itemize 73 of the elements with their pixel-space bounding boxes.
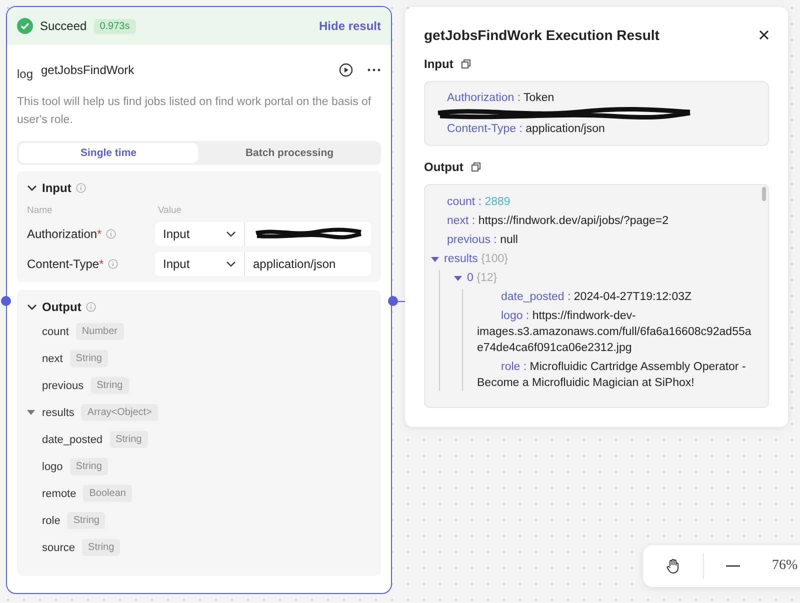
- json-entry: date_posted : 2024-04-27T19:12:03Z: [500, 290, 692, 305]
- panel-title: getJobsFindWork Execution Result: [424, 27, 660, 43]
- json-entry: previous : null: [447, 233, 518, 248]
- json-entry: next : https://findwork.dev/api/jobs/?page=2: [447, 214, 669, 229]
- column-header: Value: [158, 205, 182, 216]
- zoom-level: 76%: [772, 558, 798, 574]
- json-entry: 0 {12}: [467, 271, 498, 286]
- play-icon[interactable]: [339, 63, 353, 77]
- more-icon[interactable]: [367, 68, 381, 72]
- chevron-icon: [226, 231, 236, 237]
- copy-icon[interactable]: [461, 59, 472, 69]
- node-title: getJobsFindWork: [41, 63, 136, 77]
- chevron-icon: [226, 261, 236, 267]
- section-title: Output: [42, 300, 82, 314]
- field-name: logo: [42, 460, 63, 472]
- type-tag: String: [70, 350, 108, 367]
- type-tag: Number: [76, 323, 124, 340]
- param-name: Content-Type: [27, 257, 100, 271]
- required-asterisk: *: [97, 227, 102, 241]
- mode-tab[interactable]: Single time: [19, 143, 198, 163]
- source-dropdown[interactable]: Input: [155, 252, 245, 276]
- type-tag: String: [70, 458, 108, 475]
- info-icon: [108, 259, 118, 269]
- type-tag: String: [110, 431, 148, 448]
- hide-result-link[interactable]: Hide result: [318, 19, 381, 33]
- info-icon: [106, 229, 116, 239]
- chevron-icon[interactable]: [27, 304, 37, 310]
- mode-tab[interactable]: Batch processing: [200, 143, 379, 163]
- close-icon[interactable]: [759, 30, 769, 40]
- type-tag: Boolean: [83, 485, 132, 502]
- required-asterisk: *: [99, 257, 104, 271]
- section-title: Input: [42, 181, 72, 195]
- param-name: Authorization: [27, 227, 98, 241]
- success-check-icon: [17, 18, 33, 34]
- scrollbar-thumb[interactable]: [762, 187, 766, 201]
- node-description: This tool will help us find jobs listed on find work portal on the basis of user's role.: [17, 95, 372, 128]
- output-label: Output: [424, 160, 464, 174]
- hand-icon[interactable]: [665, 558, 681, 574]
- connection-handle[interactable]: [1, 296, 11, 306]
- type-tag: Array<Object>: [81, 404, 158, 421]
- field-name: date_posted: [42, 434, 103, 446]
- caret-icon[interactable]: [454, 276, 462, 281]
- field-name: next: [42, 352, 63, 364]
- field-name: source: [42, 542, 76, 554]
- value-field[interactable]: application/json: [245, 252, 371, 276]
- column-header: Name: [27, 205, 54, 216]
- duration-badge: 0.973s: [94, 18, 136, 34]
- caret-icon[interactable]: [27, 410, 35, 415]
- field-name: previous: [42, 380, 84, 392]
- type-tag: String: [82, 539, 120, 556]
- broken-logo-image: log: [17, 66, 34, 81]
- tool-node-card[interactable]: [6, 6, 392, 594]
- json-entry: Authorization : Token: [447, 92, 554, 104]
- info-icon: [86, 302, 96, 312]
- connection-handle[interactable]: [388, 296, 398, 306]
- field-name: results: [42, 406, 74, 418]
- json-entry: role : Microfluidic Cartridge Assembly Operator - Become a Microfluidic Magician at SiPhox!: [477, 360, 747, 391]
- input-label: Input: [424, 57, 454, 71]
- field-name: remote: [42, 488, 76, 500]
- json-entry: logo : https://findwork-dev-images.s3.amazonaws.com/full/6fa6a16608c92ad55ae74de4ca6f091ca06e2312.jpg: [477, 309, 752, 356]
- field-name: count: [42, 326, 69, 338]
- value-text: application/json: [253, 257, 336, 271]
- chevron-icon[interactable]: [27, 185, 37, 191]
- json-entry: count : 2889: [447, 195, 510, 210]
- caret-icon[interactable]: [431, 257, 439, 262]
- status-text: Succeed: [40, 19, 87, 33]
- info-icon: [76, 183, 86, 193]
- type-tag: String: [90, 377, 129, 394]
- type-tag: String: [67, 512, 106, 529]
- copy-icon[interactable]: [471, 162, 482, 172]
- json-entry: Content-Type : application/json: [447, 123, 605, 135]
- json-entry: results {100}: [444, 252, 508, 267]
- field-name: role: [42, 514, 60, 526]
